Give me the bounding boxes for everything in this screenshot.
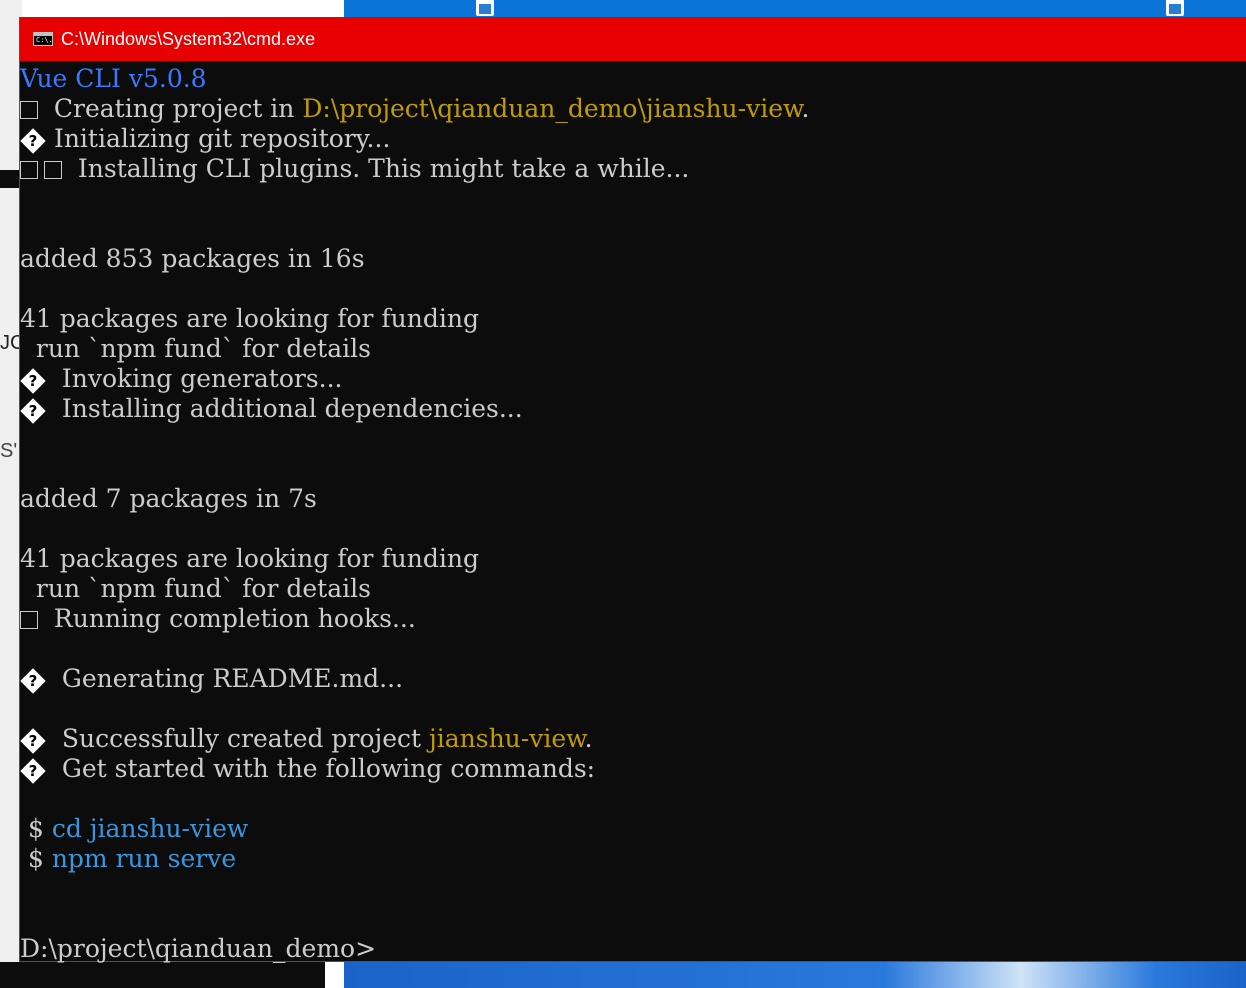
vue-cli-version: Vue CLI v5.0.8	[20, 64, 207, 93]
console-line: ? Invoking generators...	[20, 364, 1246, 394]
background-dark-region	[0, 962, 325, 988]
window-titlebar[interactable]: C:\. C:\Windows\System32\cmd.exe	[20, 17, 1246, 61]
cmd-window[interactable]: C:\. C:\Windows\System32\cmd.exe Vue CLI…	[19, 17, 1246, 964]
unknown-glyph-icon: ?	[20, 368, 46, 394]
missing-glyph-box-icon	[20, 611, 38, 629]
desktop-wallpaper	[344, 962, 1246, 988]
project-name: jianshu-view	[428, 724, 585, 753]
console-command-line: $ cd jianshu-view	[20, 814, 1246, 844]
console-line: run `npm fund` for details	[20, 334, 371, 363]
background-text: S'	[0, 440, 18, 462]
command-prompt[interactable]: D:\project\qianduan_demo>	[20, 934, 1246, 964]
document-file-icon[interactable]	[470, 0, 500, 18]
unknown-glyph-icon: ?	[20, 758, 46, 784]
console-line: Running completion hooks...	[20, 604, 1246, 634]
console-app-icon[interactable]: C:\.	[33, 32, 53, 46]
dollar-sign: $	[20, 814, 52, 843]
unknown-glyph-icon: ?	[20, 398, 46, 424]
console-line: ? Successfully created project jianshu-v…	[20, 724, 1246, 754]
missing-glyph-box-icon	[20, 161, 38, 179]
console-line: ? Initializing git repository...	[20, 124, 1246, 154]
console-line: 41 packages are looking for funding	[20, 304, 479, 333]
console-output[interactable]: Vue CLI v5.0.8 Creating project in D:\pr…	[20, 64, 1246, 964]
missing-glyph-box-icon	[44, 161, 62, 179]
console-line: Vue CLI v5.0.8	[20, 64, 1246, 94]
console-line: Installing CLI plugins. This might take …	[20, 154, 1246, 184]
dollar-sign: $	[20, 844, 52, 873]
window-title: C:\Windows\System32\cmd.exe	[61, 28, 316, 49]
command-cd: cd jianshu-view	[51, 814, 249, 843]
console-line: added 7 packages in 7s	[20, 484, 317, 513]
unknown-glyph-icon: ?	[20, 128, 46, 154]
unknown-glyph-icon: ?	[20, 728, 46, 754]
project-path: D:\project\qianduan_demo\jianshu-view	[302, 94, 802, 123]
console-line: ? Get started with the following command…	[20, 754, 1246, 784]
console-line: ? Installing additional dependencies...	[20, 394, 1246, 424]
console-line: 41 packages are looking for funding	[20, 544, 479, 573]
document-file-icon[interactable]	[1160, 0, 1190, 18]
console-line: ? Generating README.md...	[20, 664, 1246, 694]
missing-glyph-box-icon	[20, 101, 38, 119]
unknown-glyph-icon: ?	[20, 668, 46, 694]
console-line: Creating project in D:\project\qianduan_…	[20, 94, 1246, 124]
console-line: run `npm fund` for details	[20, 574, 371, 603]
console-command-line: $ npm run serve	[20, 844, 1246, 874]
command-serve: npm run serve	[51, 844, 237, 873]
console-line: added 853 packages in 16s	[20, 244, 365, 273]
